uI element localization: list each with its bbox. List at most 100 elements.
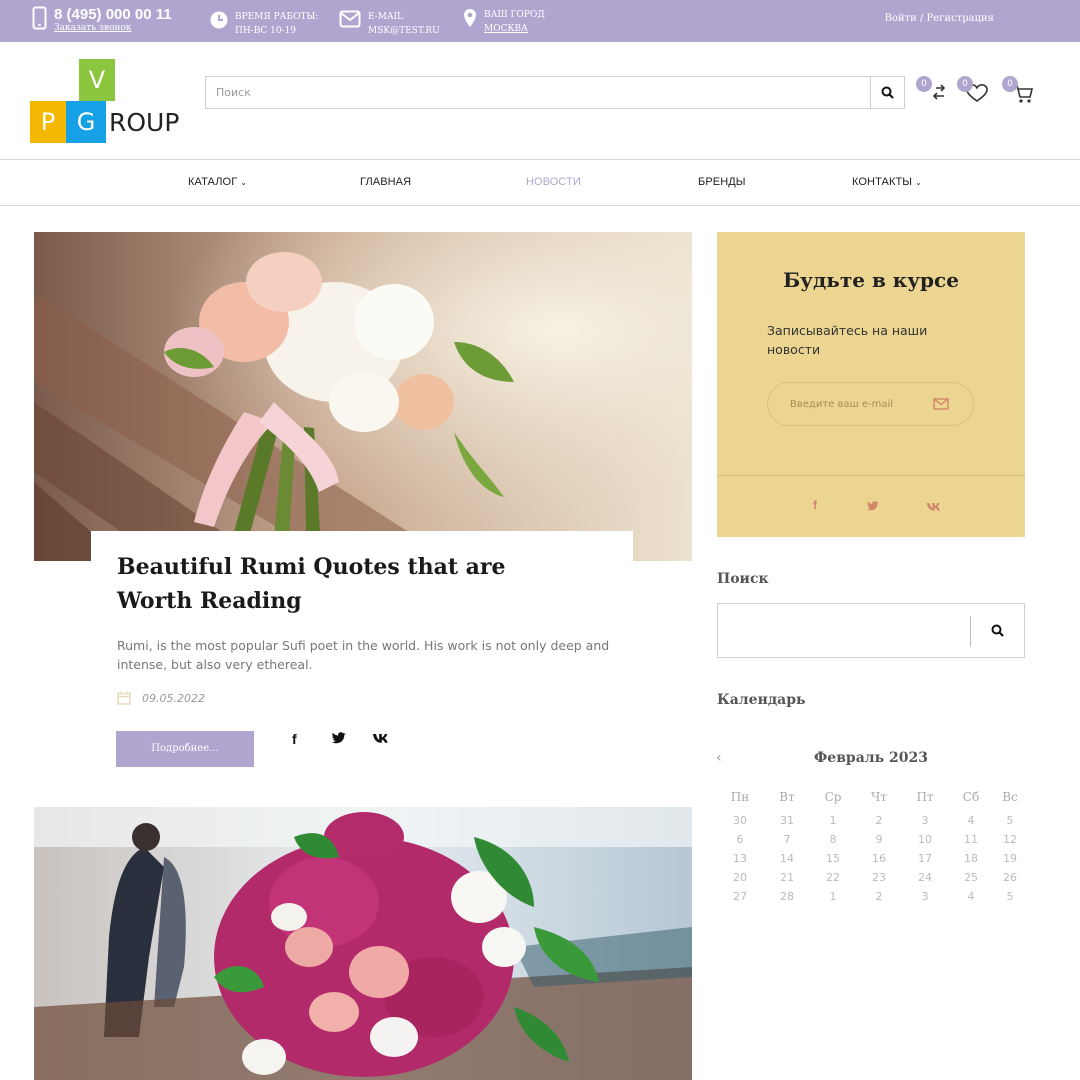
post-image-pink-bouquet[interactable]: [34, 807, 692, 1080]
compare-button[interactable]: 0: [916, 76, 950, 110]
sidebar-search-heading: Поиск: [717, 571, 769, 587]
cart-button[interactable]: 0: [1002, 76, 1036, 110]
calendar-day[interactable]: 9: [859, 833, 899, 846]
calendar-weekday: Ср: [824, 790, 842, 804]
calendar-day[interactable]: 27: [720, 890, 760, 903]
calendar-day[interactable]: 30: [720, 814, 760, 827]
post-title[interactable]: Beautiful Rumi Quotes that are Worth Rea…: [117, 550, 587, 618]
sidebar-search: [717, 603, 1025, 658]
logo-text: ROUP: [109, 108, 180, 137]
calendar-day[interactable]: 28: [767, 890, 807, 903]
calendar-day[interactable]: 18: [951, 852, 991, 865]
city-link[interactable]: Москва: [484, 22, 545, 36]
nav-item-news[interactable]: НОВОСТИ: [526, 176, 581, 188]
mail-icon: [339, 10, 361, 28]
vk-icon[interactable]: [372, 731, 390, 747]
calendar-day[interactable]: 3: [905, 890, 945, 903]
bouquet-photo: [34, 232, 692, 561]
calendar-prev-button[interactable]: ‹: [716, 750, 722, 766]
post-image-bouquet[interactable]: [34, 232, 692, 561]
nav-label: ГЛАВНАЯ: [360, 176, 412, 188]
calendar-day[interactable]: 2: [859, 890, 899, 903]
vk-icon[interactable]: [926, 501, 942, 515]
calendar-day[interactable]: 24: [905, 871, 945, 884]
calendar-day[interactable]: 20: [720, 871, 760, 884]
search-icon: [881, 86, 894, 99]
logo-square-g: G: [66, 101, 106, 143]
wishlist-count-badge: 0: [957, 76, 973, 92]
calendar-day[interactable]: 21: [767, 871, 807, 884]
calendar-day[interactable]: 2: [859, 814, 899, 827]
calendar-day[interactable]: 15: [813, 852, 853, 865]
calendar-weekday: Вт: [779, 790, 795, 804]
newsletter-title: Будьте в курсе: [783, 268, 959, 292]
calendar-day[interactable]: 22: [813, 871, 853, 884]
calendar-day[interactable]: 10: [905, 833, 945, 846]
twitter-icon[interactable]: [332, 731, 346, 747]
post-date: 09.05.2022: [117, 691, 205, 705]
sidebar-search-input[interactable]: [718, 604, 970, 657]
calendar-day[interactable]: 1: [813, 814, 853, 827]
calendar-day[interactable]: 6: [720, 833, 760, 846]
site-logo[interactable]: V P G ROUP: [30, 59, 185, 143]
calendar-day[interactable]: 7: [767, 833, 807, 846]
calendar-day[interactable]: 8: [813, 833, 853, 846]
phone-icon: [32, 6, 47, 30]
calendar-day[interactable]: 4: [951, 814, 991, 827]
calendar-day[interactable]: 5: [990, 814, 1030, 827]
calendar-day[interactable]: 4: [951, 890, 991, 903]
search-input[interactable]: [206, 77, 870, 108]
calendar-weekday: Вс: [1002, 790, 1018, 804]
post-date-text: 09.05.2022: [142, 691, 205, 705]
facebook-icon[interactable]: f: [292, 731, 297, 747]
login-register-link[interactable]: Войти / Регистрация: [885, 13, 994, 24]
envelope-icon[interactable]: [933, 398, 949, 410]
nav-label: НОВОСТИ: [526, 176, 581, 188]
chevron-down-icon: ⌄: [915, 178, 922, 187]
read-more-button[interactable]: Подробнее...: [116, 731, 254, 767]
nav-item-catalog[interactable]: КАТАЛОГ ⌄: [188, 176, 247, 188]
pink-bouquet-photo: [34, 807, 692, 1080]
calendar-day[interactable]: 5: [990, 890, 1030, 903]
calendar-day[interactable]: 13: [720, 852, 760, 865]
divider: [717, 475, 1025, 476]
calendar-day[interactable]: 3: [905, 814, 945, 827]
calendar-weekday: Пт: [916, 790, 934, 804]
newsletter-form: [767, 382, 974, 426]
email-value[interactable]: MSK@TEST.RU: [368, 24, 440, 38]
phone-number[interactable]: 8 (495) 000 00 11: [54, 6, 172, 23]
calendar-month-title: Февраль 2023: [814, 750, 928, 766]
calendar-day[interactable]: 31: [767, 814, 807, 827]
nav-label: КАТАЛОГ: [188, 176, 238, 188]
calendar-day[interactable]: 17: [905, 852, 945, 865]
post-excerpt: Rumi, is the most popular Sufi poet in t…: [117, 638, 610, 672]
wishlist-button[interactable]: 0: [957, 76, 991, 110]
newsletter-email-input[interactable]: [768, 398, 933, 410]
calendar-day[interactable]: 14: [767, 852, 807, 865]
chevron-down-icon: ⌄: [240, 178, 248, 187]
callback-link[interactable]: Заказать звонок: [54, 23, 172, 33]
calendar-weekday: Пн: [730, 790, 750, 804]
sidebar-search-button[interactable]: [970, 604, 1024, 657]
phone-block: 8 (495) 000 00 11 Заказать звонок: [32, 6, 172, 33]
calendar-day[interactable]: 1: [813, 890, 853, 903]
location-pin-icon: [464, 9, 476, 27]
search-button[interactable]: [870, 77, 904, 108]
facebook-icon[interactable]: f: [813, 498, 817, 512]
calendar-icon: [117, 691, 131, 705]
email-label: E-MAIL: [368, 12, 404, 22]
nav-item-home[interactable]: ГЛАВНАЯ: [360, 176, 411, 188]
calendar-day[interactable]: 19: [990, 852, 1030, 865]
hours-label: Время работы:: [235, 12, 319, 22]
calendar-day[interactable]: 16: [859, 852, 899, 865]
calendar-weekday: Сб: [962, 790, 980, 804]
nav-item-brands[interactable]: БРЕНДЫ: [698, 176, 746, 188]
calendar-day[interactable]: 23: [859, 871, 899, 884]
calendar-day[interactable]: 25: [951, 871, 991, 884]
calendar-day[interactable]: 12: [990, 833, 1030, 846]
nav-item-contacts[interactable]: КОНТАКТЫ ⌄: [852, 176, 922, 188]
calendar-day[interactable]: 11: [951, 833, 991, 846]
calendar-day[interactable]: 26: [990, 871, 1030, 884]
nav-label: КОНТАКТЫ: [852, 176, 913, 188]
twitter-icon[interactable]: [867, 500, 879, 514]
